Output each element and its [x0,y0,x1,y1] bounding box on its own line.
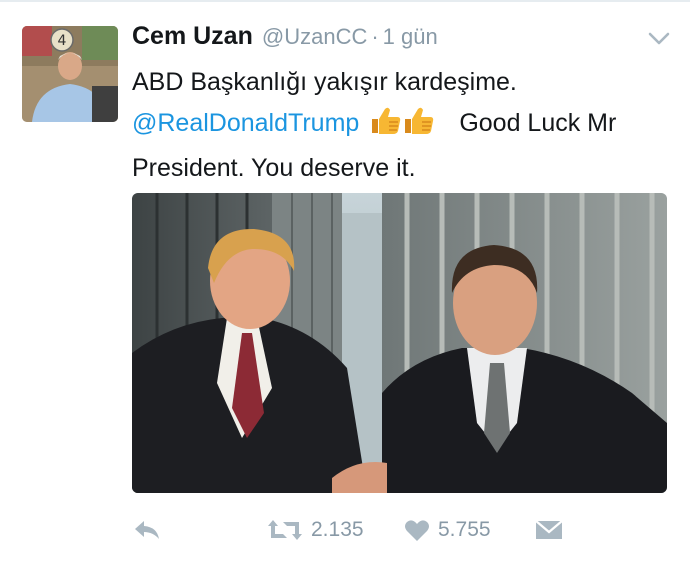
header-separator: · [371,24,379,49]
chevron-down-icon[interactable] [648,32,670,46]
mention-link[interactable]: @RealDonaldTrump [132,109,359,137]
tweet-header: Cem Uzan @UzanCC · 1 gün [132,22,438,58]
direct-message-button[interactable] [534,512,564,548]
retweet-icon [267,518,303,542]
like-button[interactable]: 5.755 [404,512,491,548]
author-name[interactable]: Cem Uzan [132,22,253,51]
heart-icon [404,518,430,542]
reply-icon [132,518,162,542]
tweet-line-3: President. You deserve it. [132,154,416,182]
tweet-timestamp[interactable]: 1 gün [383,24,438,50]
like-count: 5.755 [438,518,491,541]
tweet-line-1: ABD Başkanlığı yakışır kardeşime. [132,68,517,96]
tweet-text: ABD Başkanlığı yakışır kardeşime. @RealD… [132,62,680,189]
reply-button[interactable] [132,512,162,548]
avatar[interactable]: 4 [22,26,118,122]
action-bar: 2.135 5.755 [132,512,672,548]
retweet-count: 2.135 [311,518,364,541]
thumbs-up-icon [369,105,435,148]
tweet-photo[interactable] [132,193,667,493]
retweet-button[interactable]: 2.135 [267,512,364,548]
top-divider [0,0,690,2]
envelope-icon [534,518,564,542]
tweet-line-2-tail: Good Luck Mr [459,109,617,137]
author-handle[interactable]: @UzanCC [262,24,367,50]
avatar-badge-number: 4 [58,33,67,49]
tweet-line-2: @RealDonaldTrump Good Luck Mr [132,103,680,148]
